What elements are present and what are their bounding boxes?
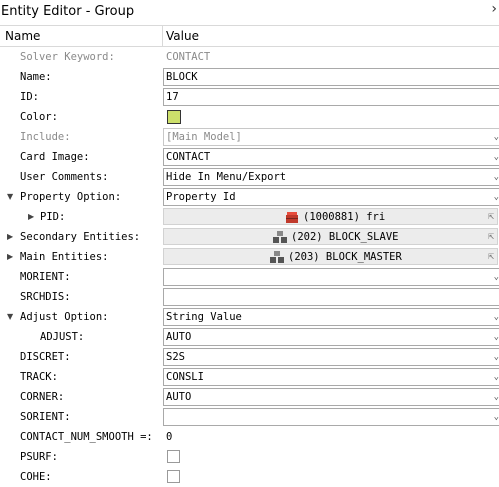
row-main-entities: ▶ Main Entities: (203) BLOCK_MASTER ⇱ — [0, 247, 499, 267]
chevron-down-icon[interactable]: ⌄ — [494, 269, 499, 285]
row-cohe: COHE: — [0, 467, 499, 487]
color-swatch[interactable] — [167, 110, 181, 124]
label-contact-num-smooth: CONTACT_NUM_SMOOTH =: — [20, 431, 153, 443]
contact-num-smooth-input[interactable]: 0 — [163, 428, 499, 446]
expand-right-icon[interactable]: ▶ — [7, 247, 13, 267]
set-icon — [270, 251, 284, 263]
main-entities-value: (203) BLOCK_MASTER — [288, 251, 402, 263]
pointer-cursor-icon: ⇱ — [487, 251, 494, 262]
collapse-chevron-icon[interactable]: › — [491, 0, 497, 21]
row-discret: DISCRET: S2S ⌄ — [0, 347, 499, 367]
pid-value: (1000881) fri — [303, 211, 386, 223]
expand-down-icon[interactable]: ▼ — [7, 307, 13, 327]
label-sorient: SORIENT: — [20, 411, 71, 423]
label-id: ID: — [20, 91, 39, 103]
name-input[interactable]: BLOCK — [163, 68, 499, 86]
row-track: TRACK: CONSLI ⌄ — [0, 367, 499, 387]
label-psurf: PSURF: — [20, 451, 58, 463]
row-name: Name: BLOCK — [0, 67, 499, 87]
row-user-comments: User Comments: Hide In Menu/Export ⌄ — [0, 167, 499, 187]
label-include: Include: — [20, 131, 71, 143]
secondary-entities-value: (202) BLOCK_SLAVE — [291, 231, 399, 243]
expand-down-icon[interactable]: ▼ — [7, 187, 13, 207]
chevron-down-icon[interactable]: ⌄ — [494, 149, 499, 165]
label-cohe: COHE: — [20, 471, 52, 483]
corner-select[interactable]: AUTO ⌄ — [163, 388, 499, 406]
label-track: TRACK: — [20, 371, 58, 383]
srchdis-input[interactable] — [163, 288, 499, 306]
card-image-select[interactable]: CONTACT ⌄ — [163, 148, 499, 166]
chevron-down-icon[interactable]: ⌄ — [494, 329, 499, 345]
label-user-comments: User Comments: — [20, 171, 109, 183]
chevron-down-icon[interactable]: ⌄ — [494, 369, 499, 385]
label-main-entities: Main Entities: — [20, 251, 109, 263]
main-entities-selector[interactable]: (203) BLOCK_MASTER ⇱ — [163, 248, 498, 265]
psurf-checkbox[interactable] — [167, 450, 180, 463]
row-include: Include: [Main Model] ⌄ — [0, 127, 499, 147]
chevron-down-icon: ⌄ — [493, 132, 499, 142]
property-option-select[interactable]: Property Id ⌄ — [163, 188, 499, 206]
table-header: Name Value — [0, 25, 499, 47]
column-divider[interactable] — [162, 26, 163, 46]
row-color: Color: — [0, 107, 499, 127]
discret-select[interactable]: S2S ⌄ — [163, 348, 499, 366]
expand-right-icon[interactable]: ▶ — [7, 227, 13, 247]
morient-select[interactable]: ⌄ — [163, 268, 499, 286]
row-secondary-entities: ▶ Secondary Entities: (202) BLOCK_SLAVE … — [0, 227, 499, 247]
chevron-down-icon[interactable]: ⌄ — [494, 169, 499, 185]
column-header-value: Value — [166, 29, 199, 43]
sorient-select[interactable]: ⌄ — [163, 408, 499, 426]
row-pid: ▶ PID: (1000881) fri ⇱ — [0, 207, 499, 227]
label-morient: MORIENT: — [20, 271, 71, 283]
label-pid: PID: — [40, 211, 66, 223]
row-sorient: SORIENT: ⌄ — [0, 407, 499, 427]
pid-entity-selector[interactable]: (1000881) fri ⇱ — [163, 208, 498, 225]
row-srchdis: SRCHDIS: — [0, 287, 499, 307]
label-solver-keyword: Solver Keyword: — [20, 51, 115, 63]
label-adjust-option: Adjust Option: — [20, 311, 109, 323]
chevron-down-icon[interactable]: ⌄ — [494, 309, 499, 325]
include-select: [Main Model] ⌄ — [163, 128, 499, 146]
label-adjust: ADJUST: — [40, 331, 85, 343]
label-name: Name: — [20, 71, 52, 83]
row-property-option: ▼ Property Option: Property Id ⌄ — [0, 187, 499, 207]
expand-right-icon[interactable]: ▶ — [28, 207, 34, 227]
label-corner: CORNER: — [20, 391, 65, 403]
secondary-entities-selector[interactable]: (202) BLOCK_SLAVE ⇱ — [163, 228, 498, 245]
id-input[interactable]: 17 — [163, 88, 499, 106]
solver-keyword-value: CONTACT — [163, 48, 499, 66]
property-icon — [286, 212, 298, 223]
chevron-down-icon[interactable]: ⌄ — [494, 189, 499, 205]
chevron-down-icon[interactable]: ⌄ — [494, 409, 499, 425]
user-comments-select[interactable]: Hide In Menu/Export ⌄ — [163, 168, 499, 186]
row-contact-num-smooth: CONTACT_NUM_SMOOTH =: 0 — [0, 427, 499, 447]
row-adjust-option: ▼ Adjust Option: String Value ⌄ — [0, 307, 499, 327]
chevron-down-icon[interactable]: ⌄ — [494, 349, 499, 365]
pointer-cursor-icon: ⇱ — [487, 231, 494, 242]
title-bar: Entity Editor - Group › — [0, 0, 499, 24]
label-srchdis: SRCHDIS: — [20, 291, 71, 303]
cohe-checkbox[interactable] — [167, 470, 180, 483]
column-header-name: Name — [5, 29, 41, 43]
label-color: Color: — [20, 111, 58, 123]
adjust-option-select[interactable]: String Value ⌄ — [163, 308, 499, 326]
row-id: ID: 17 — [0, 87, 499, 107]
row-psurf: PSURF: — [0, 447, 499, 467]
chevron-down-icon[interactable]: ⌄ — [494, 389, 499, 405]
label-card-image: Card Image: — [20, 151, 90, 163]
adjust-select[interactable]: AUTO ⌄ — [163, 328, 499, 346]
window-title: Entity Editor - Group — [1, 4, 135, 19]
set-icon — [273, 231, 287, 243]
row-card-image: Card Image: CONTACT ⌄ — [0, 147, 499, 167]
label-secondary-entities: Secondary Entities: — [20, 231, 141, 243]
label-property-option: Property Option: — [20, 191, 122, 203]
row-solver-keyword: Solver Keyword: CONTACT — [0, 47, 499, 67]
track-select[interactable]: CONSLI ⌄ — [163, 368, 499, 386]
pointer-cursor-icon: ⇱ — [487, 211, 494, 222]
row-corner: CORNER: AUTO ⌄ — [0, 387, 499, 407]
row-morient: MORIENT: ⌄ — [0, 267, 499, 287]
row-adjust: ADJUST: AUTO ⌄ — [0, 327, 499, 347]
label-discret: DISCRET: — [20, 351, 71, 363]
